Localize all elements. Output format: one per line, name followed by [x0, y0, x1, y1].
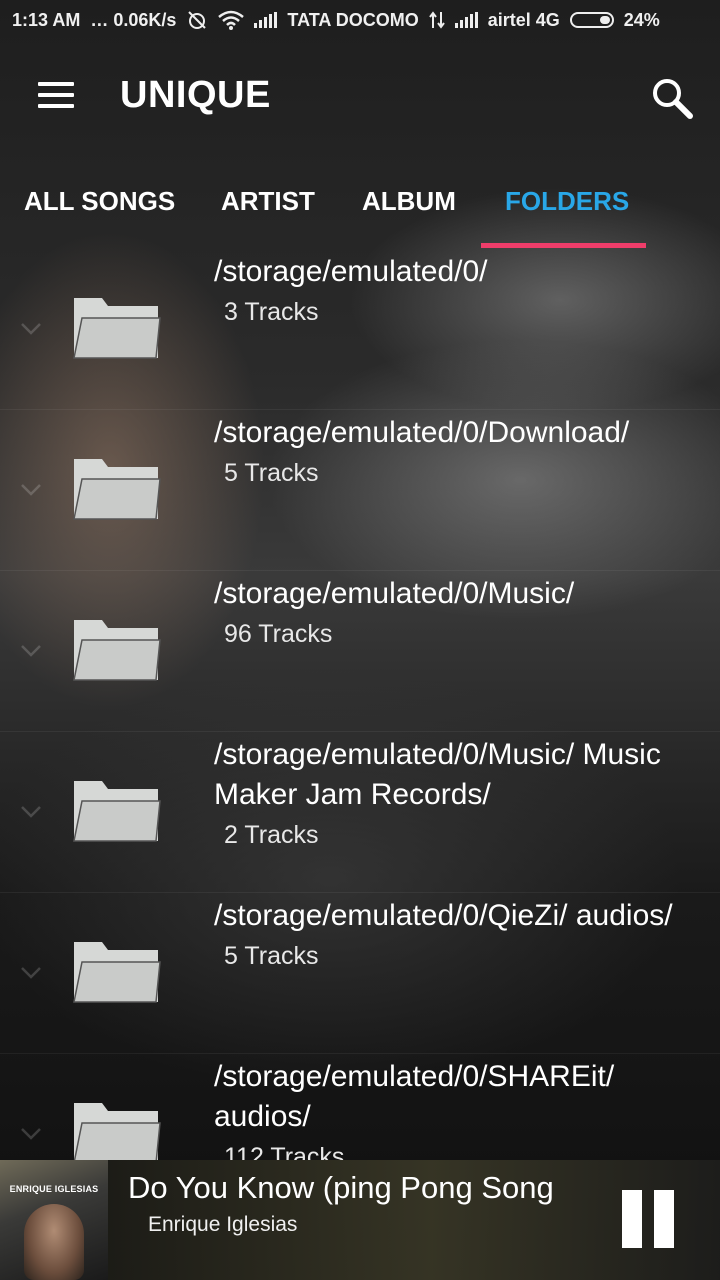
carrier-1: TATA DOCOMO [287, 9, 419, 30]
chevron-down-icon [21, 645, 41, 657]
pause-button[interactable] [620, 1190, 676, 1250]
folder-path-text: /storage/emulated/0/QieZi/ audios/ [214, 899, 673, 932]
track-count: 2 Tracks [224, 821, 319, 849]
folder-path: /storage/emulated/0/ 3 Tracks [214, 252, 714, 332]
song-artist: Enrique Iglesias [148, 1213, 298, 1236]
folder-path-text: /storage/emulated/0/SHAREit/ audios/ [214, 1060, 615, 1133]
folder-path: /storage/emulated/0/SHAREit/ audios/ 112… [214, 1057, 714, 1160]
chevron-down-icon [21, 484, 41, 496]
hamburger-line [38, 93, 74, 97]
track-count: 96 Tracks [224, 620, 333, 648]
battery-level: 24% [623, 9, 660, 30]
list-item[interactable]: /storage/emulated/0/QieZi/ audios/ 5 Tra… [0, 892, 720, 1054]
list-item[interactable]: /storage/emulated/0/ 3 Tracks [0, 248, 720, 410]
alarm-off-icon [186, 10, 208, 30]
track-count: 3 Tracks [224, 298, 319, 326]
chevron-down-icon [21, 323, 41, 335]
album-art-text: ENRIQUE IGLESIAS [9, 1184, 99, 1194]
tab-all-songs[interactable]: ALL SONGS [24, 186, 175, 217]
signal-icon-2 [454, 12, 478, 28]
song-title: Do You Know (ping Pong Song [128, 1170, 554, 1205]
search-icon [653, 79, 693, 119]
chevron-down-icon [21, 806, 41, 818]
folder-icon [73, 298, 161, 359]
menu-button[interactable] [36, 80, 76, 110]
folder-path: /storage/emulated/0/Download/ 5 Tracks [214, 413, 714, 493]
wifi-icon [218, 10, 245, 30]
chevron-down-icon [21, 967, 41, 979]
app-title: UNIQUE [120, 74, 271, 116]
now-playing-bar[interactable]: ENRIQUE IGLESIAS Do You Know (ping Pong … [0, 1160, 720, 1280]
album-art[interactable]: ENRIQUE IGLESIAS [0, 1160, 108, 1280]
folder-icon [73, 942, 161, 1003]
battery-icon [569, 12, 614, 28]
list-item[interactable]: /storage/emulated/0/Download/ 5 Tracks [0, 409, 720, 571]
track-count: 5 Tracks [224, 942, 319, 970]
search-button[interactable] [650, 76, 694, 120]
folder-icon [73, 620, 161, 681]
status-time: 1:13 AM [12, 9, 81, 30]
tab-folders[interactable]: FOLDERS [505, 186, 629, 217]
track-count: 112 Tracks [224, 1143, 345, 1160]
data-transfer-icon [428, 11, 445, 29]
hamburger-line [38, 104, 74, 108]
folder-path-text: /storage/emulated/0/Download/ [214, 416, 630, 449]
folder-list[interactable]: /storage/emulated/0/ 3 Tracks /storage/e… [0, 248, 720, 1160]
folder-path-text: /storage/emulated/0/Music/ [214, 577, 575, 610]
album-art-portrait [24, 1204, 84, 1280]
list-item[interactable]: /storage/emulated/0/Music/ Music Maker J… [0, 731, 720, 893]
tab-bar: ALL SONGS ARTIST ALBUM FOLDERS [0, 156, 720, 248]
app-bar: UNIQUE [0, 40, 720, 156]
list-item[interactable]: /storage/emulated/0/Music/ 96 Tracks [0, 570, 720, 732]
folder-path: /storage/emulated/0/QieZi/ audios/ 5 Tra… [214, 896, 714, 976]
chevron-down-icon [21, 1128, 41, 1140]
tab-artist[interactable]: ARTIST [221, 186, 315, 217]
folder-path: /storage/emulated/0/Music/ 96 Tracks [214, 574, 714, 654]
folder-path-text: /storage/emulated/0/Music/ Music Maker J… [214, 738, 661, 811]
pause-icon-bar [654, 1190, 674, 1248]
carrier-2: airtel 4G [487, 9, 560, 30]
pause-icon [622, 1190, 642, 1248]
hamburger-icon [38, 82, 74, 86]
list-item[interactable]: /storage/emulated/0/SHAREit/ audios/ 112… [0, 1053, 720, 1160]
signal-icon [254, 12, 278, 28]
folder-icon [73, 1103, 161, 1160]
folder-path-text: /storage/emulated/0/ [214, 255, 488, 288]
folder-path: /storage/emulated/0/Music/ Music Maker J… [214, 735, 714, 855]
tab-album[interactable]: ALBUM [362, 186, 456, 217]
folder-icon [73, 781, 161, 842]
folder-icon [73, 459, 161, 520]
status-bar: 1:13 AM … 0.06K/s TATA DOCOMO airtel 4G … [0, 0, 720, 40]
track-count: 5 Tracks [224, 459, 319, 487]
network-speed: … 0.06K/s [90, 9, 177, 30]
